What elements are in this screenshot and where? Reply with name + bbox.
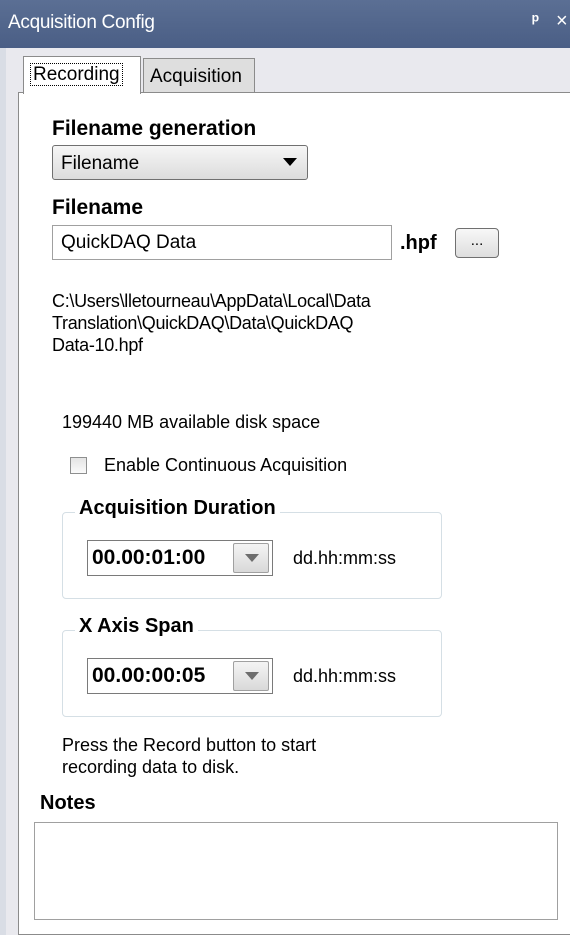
- file-path-line: Data-10.hpf: [52, 335, 143, 355]
- x-axis-span-legend: X Axis Span: [75, 615, 198, 638]
- acquisition-duration-unit: dd.hh:mm:ss: [293, 548, 397, 568]
- browse-button[interactable]: ...: [455, 228, 499, 258]
- filename-generation-value: Filename: [61, 153, 140, 174]
- chevron-down-icon: [283, 158, 297, 166]
- pin-icon[interactable]: ᵖ: [532, 10, 539, 31]
- filename-input[interactable]: QuickDAQ Data: [52, 225, 392, 260]
- record-hint: Press the Record button to start recordi…: [62, 734, 316, 778]
- title-bar: Acquisition Config ᵖ ×: [0, 0, 570, 48]
- tab-recording[interactable]: Recording: [23, 56, 141, 94]
- x-axis-span-field[interactable]: 00.00:00:05: [87, 658, 273, 694]
- notes-textarea[interactable]: [34, 822, 558, 920]
- filename-label: Filename: [52, 196, 144, 219]
- disk-space-text: 199440 MB available disk space: [62, 412, 321, 432]
- tab-acquisition-label: Acquisition: [150, 66, 242, 87]
- window-title: Acquisition Config: [8, 12, 155, 33]
- acquisition-duration-group: Acquisition Duration 00.00:01:00 dd.hh:m…: [62, 497, 442, 599]
- close-icon[interactable]: ×: [556, 10, 568, 33]
- tab-acquisition[interactable]: Acquisition: [143, 58, 255, 92]
- file-path-line: Translation\QuickDAQ\Data\QuickDAQ: [52, 313, 354, 333]
- file-path: C:\Users\lletourneau\AppData\Local\Data …: [52, 290, 371, 356]
- file-path-line: C:\Users\lletourneau\AppData\Local\Data: [52, 291, 371, 311]
- acquisition-duration-dropdown-button[interactable]: [233, 543, 269, 573]
- filename-generation-dropdown[interactable]: Filename: [52, 145, 308, 180]
- chevron-down-icon: [245, 672, 259, 680]
- continuous-acquisition-checkbox[interactable]: [70, 457, 87, 474]
- acquisition-duration-field[interactable]: 00.00:01:00: [87, 540, 273, 576]
- x-axis-span-dropdown-button[interactable]: [233, 661, 269, 691]
- x-axis-span-unit: dd.hh:mm:ss: [293, 666, 397, 686]
- tab-recording-label: Recording: [30, 63, 123, 86]
- acquisition-duration-value: 00.00:01:00: [92, 546, 206, 569]
- filename-generation-label: Filename generation: [52, 117, 257, 140]
- x-axis-span-group: X Axis Span 00.00:00:05 dd.hh:mm:ss: [62, 615, 442, 717]
- filename-value: QuickDAQ Data: [61, 232, 197, 253]
- continuous-acquisition-label: Enable Continuous Acquisition: [104, 455, 348, 475]
- acquisition-duration-legend: Acquisition Duration: [75, 497, 280, 520]
- chevron-down-icon: [245, 554, 259, 562]
- record-hint-line: recording data to disk.: [62, 757, 240, 777]
- file-extension: .hpf: [400, 232, 437, 254]
- x-axis-span-value: 00.00:00:05: [92, 664, 206, 687]
- notes-label: Notes: [40, 792, 96, 814]
- record-hint-line: Press the Record button to start: [62, 735, 317, 755]
